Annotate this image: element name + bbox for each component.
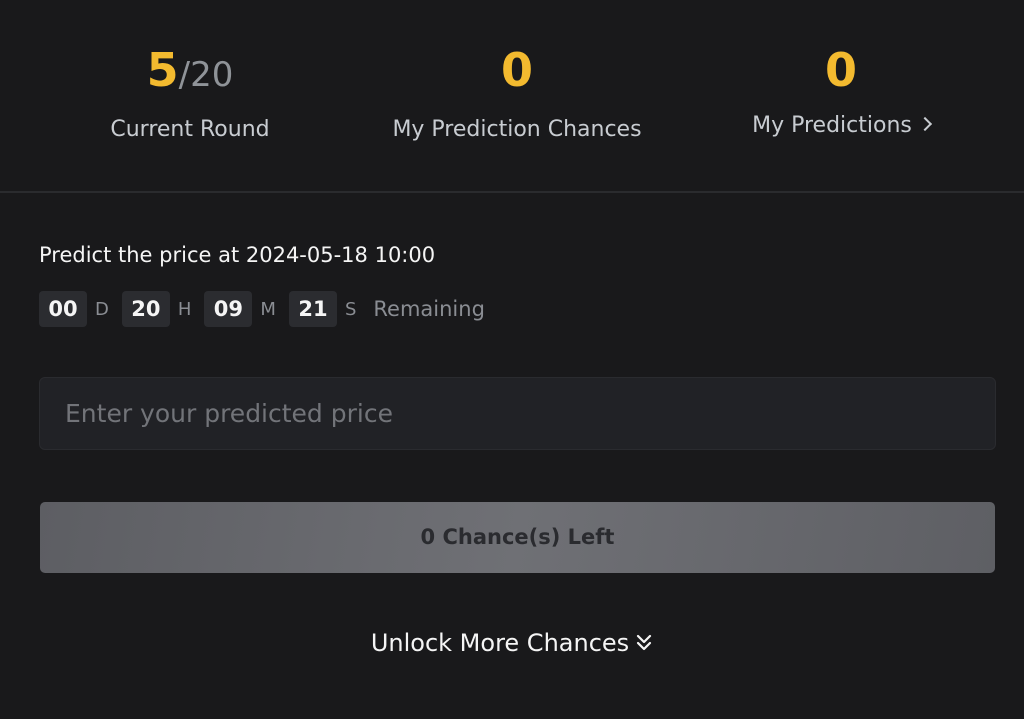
my-predictions-link[interactable]: My Predictions <box>671 112 1011 140</box>
submit-prediction-button[interactable]: 0 Chance(s) Left <box>40 502 995 573</box>
countdown-timer: 00 D 20 H 09 M 21 S Remaining <box>39 291 485 327</box>
prediction-chances-label: My Prediction Chances <box>392 117 642 142</box>
double-chevron-down-icon <box>637 634 652 651</box>
unlock-more-chances-label: Unlock More Chances <box>370 629 630 657</box>
my-predictions-stat[interactable]: 0 My Predictions <box>671 44 1011 140</box>
my-predictions-label: My Predictions <box>752 113 912 138</box>
current-round-label: Current Round <box>110 117 270 142</box>
current-round-number: 5 <box>146 43 179 97</box>
countdown-remaining-label: Remaining <box>373 297 485 321</box>
countdown-minutes: 09 <box>204 291 253 327</box>
current-round-value: 5/20 <box>20 44 360 96</box>
predicted-price-input[interactable] <box>39 377 996 450</box>
chevron-right-icon <box>917 116 932 132</box>
prediction-chances-stat: 0 My Prediction Chances <box>347 44 687 144</box>
countdown-days: 00 <box>39 291 87 327</box>
countdown-hours-unit: H <box>177 298 192 320</box>
countdown-seconds-unit: S <box>344 298 357 320</box>
current-round-stat: 5/20 Current Round <box>20 44 360 144</box>
total-rounds: /20 <box>178 55 234 95</box>
stats-bar: 5/20 Current Round 0 My Prediction Chanc… <box>0 0 1024 193</box>
prediction-title: Predict the price at 2024-05-18 10:00 <box>39 243 436 267</box>
countdown-seconds: 21 <box>288 291 337 327</box>
countdown-hours: 20 <box>121 291 170 327</box>
unlock-more-chances-link[interactable]: Unlock More Chances <box>0 625 1024 661</box>
countdown-minutes-unit: M <box>260 298 276 320</box>
my-predictions-value: 0 <box>824 43 857 97</box>
countdown-days-unit: D <box>95 298 109 320</box>
prediction-chances-value: 0 <box>500 43 533 97</box>
